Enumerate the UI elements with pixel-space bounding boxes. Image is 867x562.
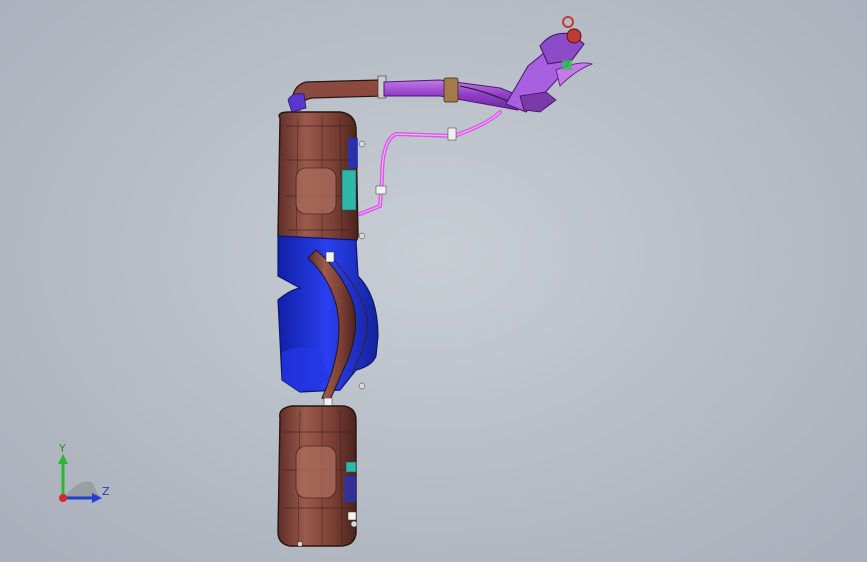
- filler-pipe: [287, 75, 521, 113]
- middle-tank-section: [277, 235, 379, 409]
- graphics-viewport[interactable]: Y Z: [0, 0, 867, 562]
- y-axis-label: Y: [59, 442, 66, 455]
- orientation-triad[interactable]: Y Z: [40, 440, 120, 510]
- z-axis-label: Z: [102, 485, 110, 498]
- vent-line: [358, 110, 502, 216]
- upper-tank-section: [277, 111, 359, 249]
- x-axis-point: [59, 494, 67, 502]
- triad-graphic: [58, 454, 102, 503]
- lower-tank-section: [277, 405, 357, 547]
- filler-neck: [505, 16, 594, 113]
- fuel-tank-assembly-model[interactable]: [0, 0, 867, 562]
- y-axis-arrow-head: [58, 454, 68, 464]
